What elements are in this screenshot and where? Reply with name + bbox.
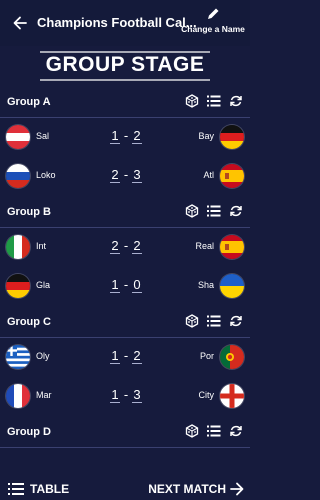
home-flag-icon	[6, 345, 30, 369]
home-score[interactable]: 2	[110, 167, 120, 183]
away-flag-icon	[220, 235, 244, 259]
bottom-bar: TABLE NEXT MATCH	[0, 476, 250, 500]
group-actions	[184, 203, 244, 219]
away-flag-icon	[220, 125, 244, 149]
match-row[interactable]: Sal 1-2 Bay	[0, 118, 250, 157]
away-team: Por	[199, 351, 214, 361]
refresh-icon[interactable]	[228, 423, 244, 439]
match-row[interactable]: Loko 2-3 Atl	[0, 157, 250, 196]
group-actions	[184, 93, 244, 109]
refresh-icon[interactable]	[228, 203, 244, 219]
away-team: Sha	[197, 280, 214, 290]
home-flag-icon	[6, 274, 30, 298]
home-flag-icon	[6, 125, 30, 149]
group-name: Group B	[7, 206, 51, 218]
banner-title: GROUP STAGE	[45, 53, 205, 76]
score-separator: -	[123, 277, 129, 292]
list-icon[interactable]	[206, 423, 222, 439]
group-list: Group A Sal 1-2 Bay Loko 2-3 Atl Group B Int 2-2 R…	[0, 86, 250, 448]
change-name-button[interactable]: Change a Name	[181, 7, 245, 41]
away-team: Atl	[203, 170, 214, 180]
group-header: Group A	[0, 86, 250, 118]
away-score[interactable]: 3	[132, 387, 142, 403]
home-team: Sal	[36, 131, 50, 141]
away-flag-icon	[220, 345, 244, 369]
home-team: Oly	[36, 351, 50, 361]
refresh-icon[interactable]	[228, 313, 244, 329]
dice-icon[interactable]	[184, 203, 200, 219]
group-header: Group C	[0, 306, 250, 338]
back-arrow-icon	[13, 16, 27, 30]
away-flag-icon	[220, 274, 244, 298]
match-row[interactable]: Gla 1-0 Sha	[0, 267, 250, 306]
score: 1-2	[110, 128, 142, 144]
home-score[interactable]: 1	[110, 277, 120, 293]
pencil-icon	[208, 8, 219, 19]
home-flag-icon	[6, 164, 30, 188]
away-flag-icon	[220, 384, 244, 408]
top-bar: Champions Football Cal... Change a Name	[0, 0, 250, 46]
home-score[interactable]: 2	[110, 238, 120, 254]
away-score[interactable]: 2	[132, 128, 142, 144]
score: 2-2	[110, 238, 142, 254]
away-score[interactable]: 2	[132, 348, 142, 364]
home-team: Int	[36, 241, 47, 251]
away-flag-icon	[220, 164, 244, 188]
dice-icon[interactable]	[184, 423, 200, 439]
match-row[interactable]: Oly 1-2 Por	[0, 338, 250, 377]
away-score[interactable]: 3	[132, 167, 142, 183]
group-name: Group A	[7, 96, 51, 108]
back-button[interactable]	[8, 11, 32, 35]
group-actions	[184, 313, 244, 329]
home-score[interactable]: 1	[110, 128, 120, 144]
home-flag-icon	[6, 235, 30, 259]
away-team: City	[198, 390, 215, 400]
away-score[interactable]: 0	[132, 277, 142, 293]
group-header: Group B	[0, 196, 250, 228]
home-score[interactable]: 1	[110, 348, 120, 364]
score: 1-0	[110, 277, 142, 293]
score: 2-3	[110, 167, 142, 183]
refresh-icon[interactable]	[228, 93, 244, 109]
away-score[interactable]: 2	[132, 238, 142, 254]
dice-icon[interactable]	[184, 93, 200, 109]
score: 1-2	[110, 348, 142, 364]
score-separator: -	[123, 348, 129, 363]
table-label: TABLE	[30, 482, 70, 496]
home-score[interactable]: 1	[110, 387, 120, 403]
list-icon[interactable]	[206, 93, 222, 109]
home-flag-icon	[6, 384, 30, 408]
score-separator: -	[123, 238, 129, 253]
list-icon[interactable]	[206, 203, 222, 219]
score-separator: -	[123, 128, 129, 143]
score: 1-3	[110, 387, 142, 403]
match-row[interactable]: Mar 1-3 City	[0, 377, 250, 416]
score-separator: -	[123, 387, 129, 402]
home-team: Gla	[36, 280, 51, 290]
match-row[interactable]: Int 2-2 Real	[0, 228, 250, 267]
forward-arrow-icon	[230, 482, 244, 496]
away-team: Real	[195, 241, 214, 251]
list-icon[interactable]	[206, 313, 222, 329]
list-icon	[8, 483, 24, 495]
next-match-label: NEXT MATCH	[148, 482, 226, 496]
score-separator: -	[123, 167, 129, 182]
group-name: Group C	[7, 316, 51, 328]
away-team: Bay	[198, 131, 214, 141]
group-name: Group D	[7, 426, 51, 438]
group-header: Group D	[0, 416, 250, 448]
change-name-label: Change a Name	[181, 24, 245, 34]
next-match-button[interactable]: NEXT MATCH	[148, 480, 244, 498]
dice-icon[interactable]	[184, 313, 200, 329]
home-team: Mar	[36, 390, 52, 400]
group-actions	[184, 423, 244, 439]
home-team: Loko	[36, 170, 56, 180]
app-title: Champions Football Cal...	[37, 15, 197, 30]
table-button[interactable]: TABLE	[8, 480, 69, 498]
